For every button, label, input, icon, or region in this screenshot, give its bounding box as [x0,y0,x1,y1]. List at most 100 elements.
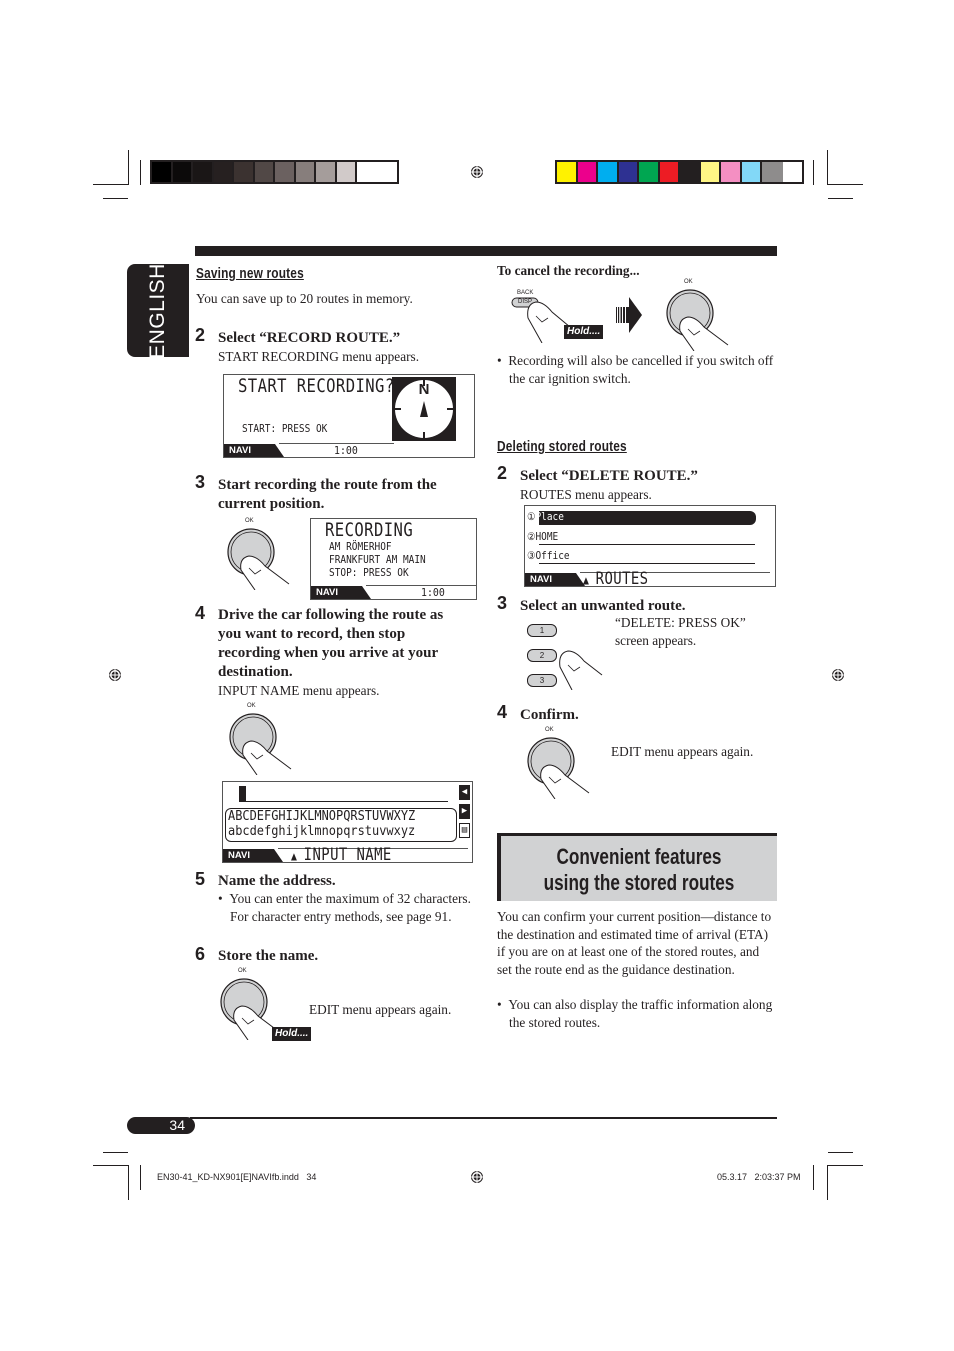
step-number: 5 [195,869,206,889]
ok-label: OK [238,968,247,974]
section-title-saving: Saving new routes [196,266,304,282]
lcd-line: AM RÖMERHOF [329,541,392,553]
section-title-deleting: Deleting stored routes [497,439,627,455]
color-swatch [762,162,783,182]
route-label: HOME [535,531,559,543]
step-title: Store the name. [218,948,319,964]
color-swatch [295,162,316,182]
crop-mark [828,1165,863,1166]
ok-button[interactable]: OK [525,727,595,800]
color-swatch [254,162,275,182]
footer-rule [190,1117,777,1119]
cancel-title: To cancel the recording... [497,263,640,278]
registration-mark-icon [470,1170,484,1184]
color-swatch [741,162,762,182]
lcd-line: FRANKFURT AM MAIN [329,554,426,566]
preset-button-1[interactable]: 1 [527,624,557,637]
hold-badge: Hold.... [272,1027,312,1041]
process-color-bar [555,160,804,184]
ok-label: OK [245,518,254,524]
timestamp: 05.3.17 2:03:37 PM [717,1172,801,1182]
finger-press-icon [666,289,729,352]
color-swatch [680,162,701,182]
color-swatch [234,162,255,182]
ok-button[interactable]: OK [227,703,297,776]
route-item[interactable]: ③Office [527,550,570,562]
arrow-right-icon [616,297,642,333]
crop-mark [827,1165,828,1200]
crop-mark [93,184,128,185]
lcd-start-recording: START RECORDING? START: PRESS OK N NAVI … [223,374,475,458]
finger-press-icon [229,713,292,776]
disp-label: DISP [518,299,533,305]
step-title: Select “DELETE ROUTE.” [520,468,698,484]
finger-press-icon [227,528,290,591]
back-label: BACK [517,290,534,296]
color-swatch [659,162,680,182]
navi-tab: NAVI [311,586,371,599]
crop-mark [140,1165,141,1190]
color-swatch [577,162,598,182]
crop-mark [103,1152,128,1153]
char-row-upper[interactable]: ABCDEFGHIJKLMNOPQRSTUVWXYZ [228,809,415,824]
step-number: 2 [195,325,206,345]
language-tab-label: ENGLISH [146,262,169,359]
lcd-time: 1:00 [334,444,358,457]
navi-tab: NAVI [223,849,283,862]
color-swatch [598,162,619,182]
lcd-time: 1:00 [421,586,445,599]
ok-label: OK [684,279,693,285]
color-swatch [336,162,357,182]
finger-press-icon [527,737,590,800]
char-row-lower[interactable]: abcdefghijklmnopqrstuvwxyz [228,824,415,839]
color-swatch [172,162,193,182]
feature-bullet-text: You can also display the traffic informa… [508,997,773,1030]
intro-text: You can save up to 20 routes in memory. [196,291,413,306]
step-number: 4 [497,702,508,722]
crop-mark [103,198,128,199]
delete-icon[interactable]: ▤ [459,823,470,838]
registration-mark-icon [470,165,484,179]
finger-press-icon [559,650,603,690]
step-note: INPUT NAME menu appears. [218,683,380,698]
lcd-title-text: INPUT NAME [303,845,392,863]
registration-mark-icon [108,668,122,682]
preset-button-2[interactable]: 2 [527,649,557,662]
ok-button[interactable]: OK [225,518,295,591]
color-swatch [316,162,337,182]
cursor-right-icon[interactable]: ▶ [459,804,470,819]
language-tab: ENGLISH [127,262,189,359]
crop-mark [828,1152,853,1153]
text-cursor [239,786,246,801]
registration-mark-icon [831,668,845,682]
ok-button[interactable]: OK [664,279,734,352]
compass-icon: N [392,377,456,441]
crop-mark [140,160,141,185]
crop-mark [128,1165,129,1200]
section-banner: Convenient features using the stored rou… [497,833,777,901]
crop-mark [93,1165,128,1166]
color-swatch [357,162,378,182]
step-title: Select “RECORD ROUTE.” [218,330,401,346]
step-note: “DELETE: PRESS OK” screen appears. [615,615,746,648]
preset-button-3[interactable]: 3 [527,674,557,687]
navi-tab: NAVI [224,444,284,457]
lcd-title-text: ROUTES [595,569,649,587]
route-item[interactable]: ①Place [527,511,564,523]
crop-mark [828,198,853,199]
color-swatch [721,162,742,182]
crop-mark [813,160,814,185]
color-swatch [193,162,214,182]
route-item[interactable]: ②HOME [527,531,558,543]
step-title: Name the address. [218,873,336,889]
color-swatch [152,162,173,182]
step-number: 4 [195,603,206,623]
color-swatch [275,162,296,182]
step-title: Start recording the route from the curre… [218,477,437,512]
step-number: 2 [497,463,508,483]
color-swatch [618,162,639,182]
ok-label: OK [545,727,554,733]
crop-mark [827,150,828,185]
cursor-left-icon[interactable]: ◀ [459,785,470,800]
step-note: ROUTES menu appears. [520,487,652,502]
